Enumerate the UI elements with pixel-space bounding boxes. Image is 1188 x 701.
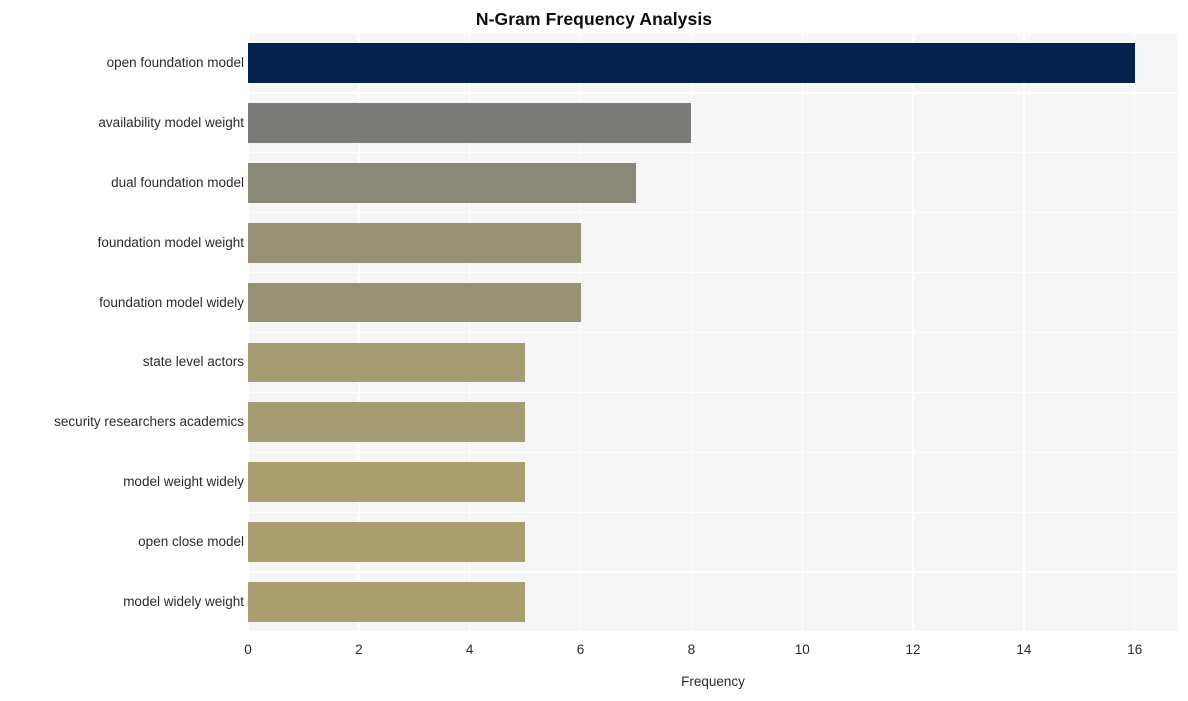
bar[interactable] bbox=[248, 43, 1135, 83]
x-axis-tick-label: 12 bbox=[905, 642, 921, 657]
bar-row bbox=[248, 222, 1178, 263]
x-axis-tick-label: 14 bbox=[1016, 642, 1032, 657]
bar[interactable] bbox=[248, 402, 526, 443]
chart-title: N-Gram Frequency Analysis bbox=[475, 9, 713, 29]
bar-row bbox=[248, 43, 1178, 83]
bar-row bbox=[248, 282, 1178, 323]
bar-row bbox=[248, 522, 1178, 563]
gridline-horizontal bbox=[248, 571, 1178, 573]
y-axis-tick-label: state level actors bbox=[142, 354, 244, 370]
bar-row bbox=[248, 342, 1178, 383]
gridline-horizontal bbox=[248, 451, 1178, 453]
plot-area bbox=[248, 33, 1178, 632]
gridline-horizontal bbox=[248, 212, 1178, 214]
chart-figure: N-Gram Frequency Analysis open foundatio… bbox=[0, 0, 1188, 701]
bar[interactable] bbox=[248, 342, 526, 383]
gridline-horizontal bbox=[248, 631, 1178, 632]
x-axis-tick-label: 10 bbox=[794, 642, 810, 657]
y-axis-tick-label: security researchers academics bbox=[54, 414, 244, 430]
y-axis-tick-label: model weight widely bbox=[123, 474, 244, 490]
bar-row bbox=[248, 162, 1178, 203]
y-axis-tick-label: availability model weight bbox=[98, 114, 244, 130]
gridline-horizontal bbox=[248, 511, 1178, 513]
y-axis-tick-label: model widely weight bbox=[123, 594, 244, 610]
y-axis-tick-label: foundation model widely bbox=[99, 294, 244, 310]
gridline-horizontal bbox=[248, 92, 1178, 94]
bar-row bbox=[248, 102, 1178, 143]
bar-row bbox=[248, 402, 1178, 443]
x-axis-tick-label: 6 bbox=[576, 642, 585, 657]
y-axis-tick-label: dual foundation model bbox=[111, 174, 244, 190]
x-axis-tick-label: 8 bbox=[687, 642, 696, 657]
gridline-horizontal bbox=[248, 33, 1178, 34]
bar-row bbox=[248, 462, 1178, 503]
x-axis-tick-label: 0 bbox=[244, 642, 252, 657]
x-axis-tick-label: 2 bbox=[355, 642, 363, 657]
gridline-horizontal bbox=[248, 331, 1178, 334]
y-axis-tick-label: foundation model weight bbox=[97, 234, 244, 250]
bar[interactable] bbox=[248, 282, 581, 323]
bar[interactable] bbox=[248, 582, 526, 622]
gridline-horizontal bbox=[248, 152, 1178, 154]
x-axis-tick-label: 4 bbox=[465, 642, 474, 657]
bar[interactable] bbox=[248, 462, 526, 503]
x-axis-tick-label: 16 bbox=[1127, 642, 1143, 657]
gridline-horizontal bbox=[248, 391, 1178, 394]
bar[interactable] bbox=[248, 522, 526, 563]
y-axis-tick-label: open close model bbox=[138, 534, 244, 550]
x-axis-title: Frequency bbox=[681, 674, 745, 689]
bar[interactable] bbox=[248, 162, 636, 203]
y-axis-tick-label: open foundation model bbox=[106, 54, 244, 70]
bar[interactable] bbox=[248, 222, 581, 263]
gridline-horizontal bbox=[248, 271, 1178, 274]
bar[interactable] bbox=[248, 102, 692, 143]
bar-row bbox=[248, 582, 1178, 622]
